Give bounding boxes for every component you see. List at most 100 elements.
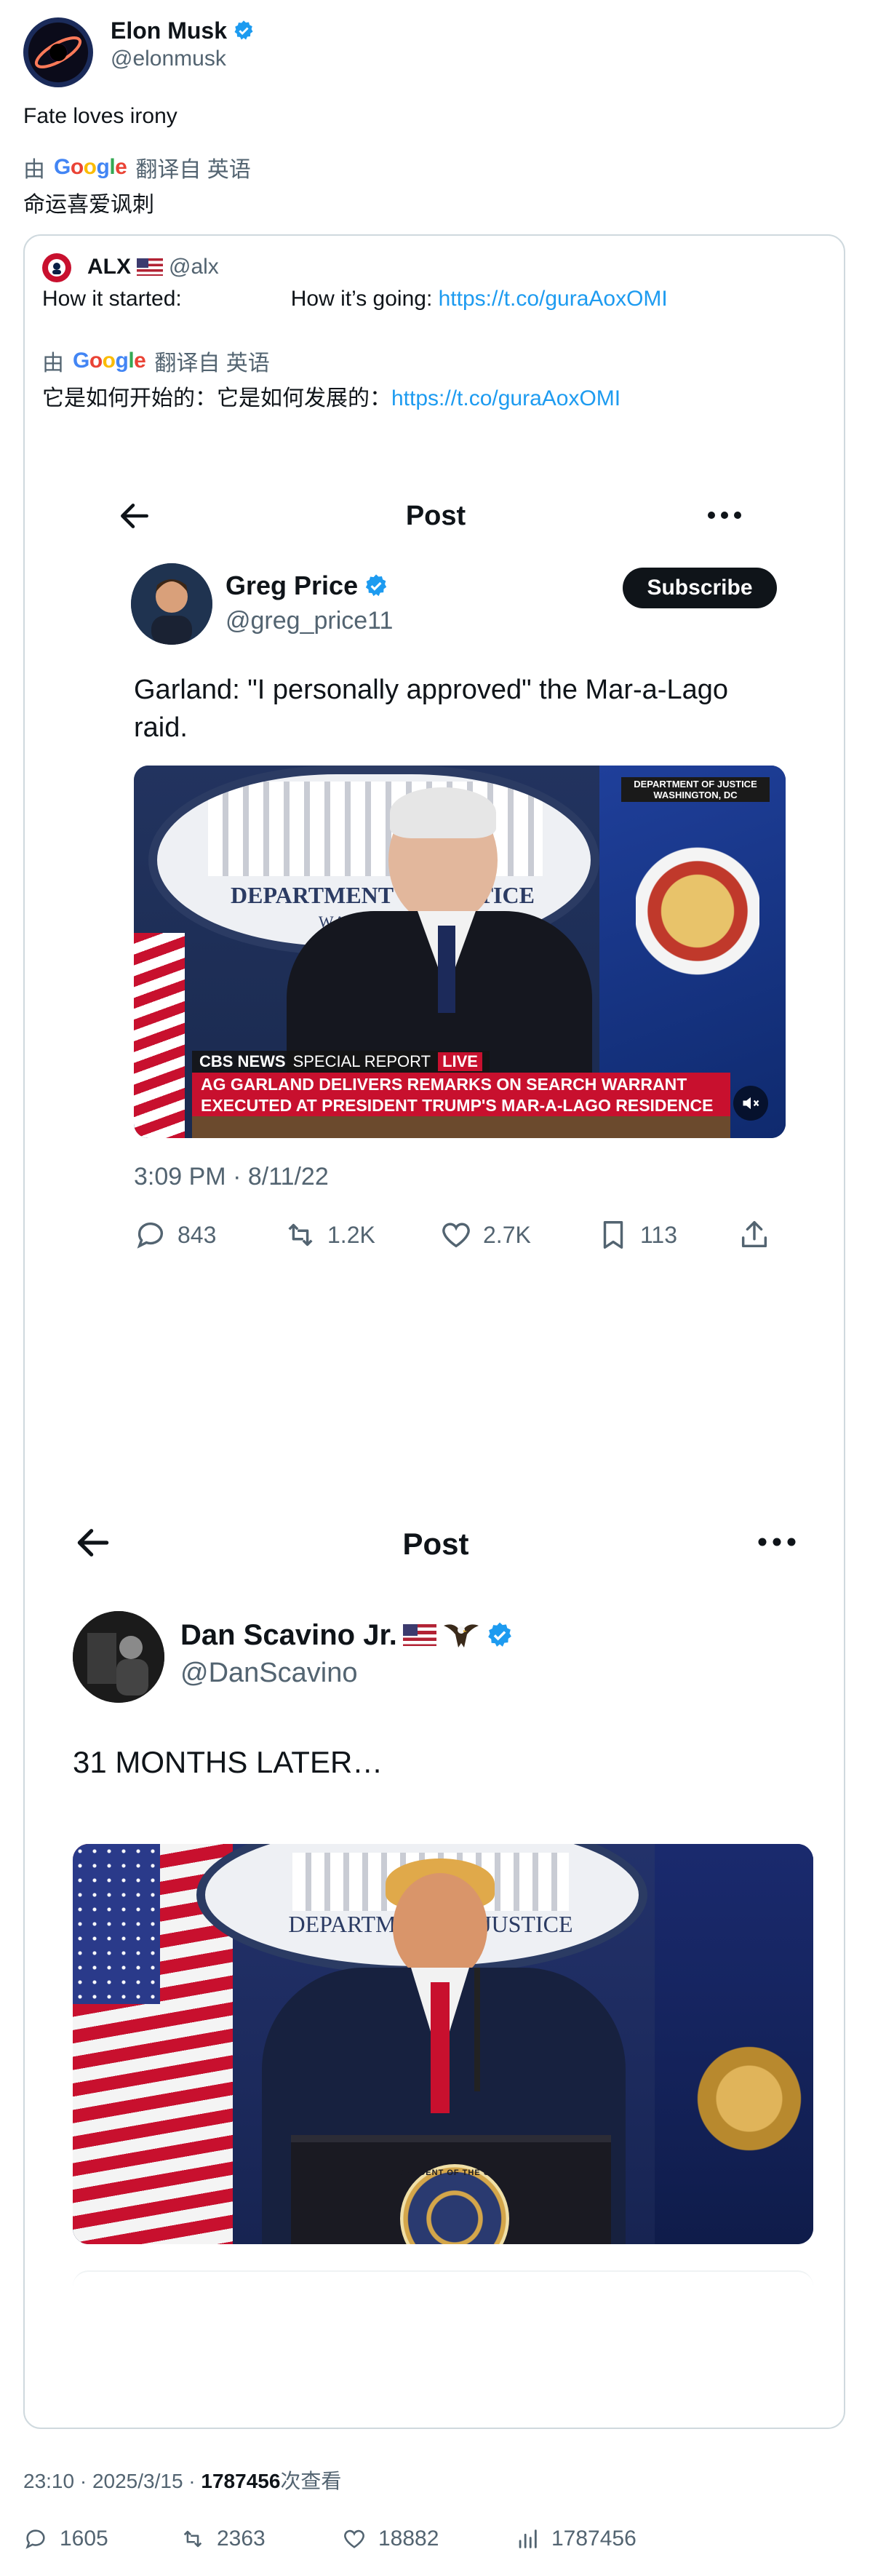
- screenshot2-author-name[interactable]: Dan Scavino Jr.: [180, 1619, 397, 1652]
- tweet-views-stat: 1787456: [551, 2527, 636, 2551]
- embedded-screenshot-2[interactable]: Post Dan Scavino Jr. @DanScavino 31 MONT…: [47, 1502, 825, 2428]
- quote-card[interactable]: ALX @alx How it started: How it’s going: …: [23, 234, 845, 2429]
- tweet-reply-count: 1605: [60, 2527, 108, 2551]
- tweet-retweet-count: 2363: [217, 2527, 266, 2551]
- retweet-count: 1.2K: [327, 1221, 375, 1248]
- person-avatar-icon: [131, 563, 212, 645]
- tweet-reply-action[interactable]: 1605: [23, 2527, 108, 2551]
- screenshot1-time: 3:09 PM · 8/11/22: [134, 1163, 329, 1190]
- retweet-icon: [288, 1223, 313, 1247]
- tweet-timestamp[interactable]: 23:10 · 2025/3/15 ·: [23, 2470, 201, 2492]
- translate-from: 翻译自 英语: [135, 158, 251, 182]
- dan-avatar[interactable]: [73, 1611, 164, 1703]
- reply-icon: [137, 1223, 164, 1249]
- retweet-action[interactable]: 1.2K: [284, 1218, 375, 1252]
- quote-translation-text: 它是如何开始的：它是如何发展的：: [42, 386, 391, 410]
- views-chart-icon: [519, 2529, 537, 2548]
- embedded-screenshot-1[interactable]: Post Greg Price @greg_price11 Subscribe …: [90, 476, 786, 1611]
- presidential-seal: PRESIDENT OF THE UNITED: [391, 2164, 517, 2244]
- like-count: 2.7K: [483, 1221, 531, 1248]
- microphone: [474, 1968, 480, 2091]
- tweet-text: Fate loves irony: [23, 104, 177, 128]
- tweet-views-count: 1787456: [201, 2470, 281, 2492]
- translate-line[interactable]: 由 Google 翻译自 英语: [23, 151, 251, 183]
- podium: [192, 1116, 730, 1138]
- translate-by: 由: [23, 158, 45, 182]
- author-handle[interactable]: @elonmusk: [111, 47, 226, 71]
- reply-action[interactable]: 843: [134, 1218, 216, 1252]
- quote-translate-line[interactable]: 由 Google 翻译自 英语: [42, 345, 270, 377]
- heart-icon: [442, 1223, 470, 1248]
- presidential-flag-emblem: [691, 2026, 807, 2171]
- speaker-head: [393, 1873, 487, 1982]
- quote-translate-from: 翻译自 英语: [154, 351, 270, 375]
- live-badge: LIVE: [438, 1052, 482, 1071]
- bookmark-count: 113: [640, 1221, 678, 1248]
- quote-author-handle[interactable]: @alx: [169, 255, 219, 279]
- person-avatar-icon: [73, 1611, 164, 1703]
- quote-author-name[interactable]: ALX: [87, 255, 131, 279]
- reply-count: 843: [177, 1221, 217, 1248]
- report-label: SPECIAL REPORT: [292, 1052, 431, 1070]
- speaker-hair: [390, 787, 496, 838]
- alx-avatar-icon: [48, 259, 65, 277]
- screenshot1-header-title: Post: [405, 501, 466, 531]
- screenshot1-video[interactable]: DEPARTMENT OF JUSTICE WASHINGTON DEPARTM…: [134, 766, 786, 1138]
- tweet-views-suffix: 次查看: [280, 2470, 342, 2492]
- verified-badge-icon: [365, 574, 387, 597]
- blackhole-avatar-icon: [34, 36, 82, 68]
- more-dots-icon[interactable]: [757, 1534, 797, 1550]
- tweet-retweet-action[interactable]: 2363: [180, 2527, 266, 2551]
- verified-badge-icon: [234, 20, 253, 40]
- tweet-like-action[interactable]: 18882: [342, 2527, 439, 2551]
- mute-icon: [743, 1097, 759, 1110]
- flag-left: [134, 933, 185, 1138]
- quote-translation-link[interactable]: https://t.co/guraAoxOMI: [391, 386, 620, 410]
- reply-icon: [25, 2529, 45, 2549]
- greg-avatar[interactable]: [131, 563, 212, 645]
- chyron-line-2: EXECUTED AT PRESIDENT TRUMP'S MAR-A-LAGO…: [201, 1096, 714, 1115]
- quote-link[interactable]: https://t.co/guraAoxOMI: [439, 287, 668, 311]
- screenshot2-video[interactable]: DEPARTMENT OF JUSTICE WAS PRESIDENT OF T…: [73, 1844, 813, 2244]
- quote-translate-by: 由: [42, 351, 64, 375]
- quote-started: How it started:: [42, 287, 182, 311]
- quote-text: How it started: How it’s going: https://t…: [42, 287, 668, 311]
- mute-button[interactable]: [733, 1086, 768, 1121]
- dan-name-row[interactable]: Dan Scavino Jr.: [180, 1618, 514, 1652]
- google-logo: Google: [54, 155, 127, 179]
- flag-us-icon: [137, 258, 163, 276]
- bookmark-action[interactable]: 113: [596, 1218, 677, 1252]
- tweet-meta: 23:10 · 2025/3/15 · 1787456次查看: [23, 2465, 341, 2494]
- quote-translation: 它是如何开始的：它是如何发展的：https://t.co/guraAoxOMI: [42, 380, 620, 412]
- quote-going: How it’s going:: [290, 287, 439, 311]
- screenshot1-author-handle[interactable]: @greg_price11: [226, 607, 393, 635]
- screenshot2-header-title: Post: [402, 1527, 469, 1561]
- more-dots-icon[interactable]: [706, 508, 743, 522]
- tweet-like-count: 18882: [378, 2527, 439, 2551]
- quote-avatar[interactable]: [42, 253, 71, 282]
- like-action[interactable]: 2.7K: [439, 1218, 531, 1252]
- screenshot1-author-name[interactable]: Greg Price: [226, 571, 358, 601]
- subscribe-button[interactable]: Subscribe: [623, 568, 777, 608]
- author-name-row[interactable]: Elon Musk: [111, 16, 255, 45]
- heart-icon: [344, 2529, 364, 2548]
- screenshot2-text: 31 MONTHS LATER…: [73, 1745, 383, 1779]
- greg-name-row[interactable]: Greg Price: [226, 571, 388, 601]
- podium-seal-text: PRESIDENT OF THE UNITED: [391, 2168, 518, 2177]
- tweet-translation: 命运喜爱讽刺: [23, 193, 154, 217]
- screenshot2-author-handle[interactable]: @DanScavino: [180, 1658, 357, 1689]
- chyron-line-1: AG GARLAND DELIVERS REMARKS ON SEARCH WA…: [201, 1075, 687, 1094]
- flag-left-canton: [73, 1844, 160, 2004]
- share-icon[interactable]: [738, 1218, 771, 1252]
- verified-badge-icon: [488, 1622, 511, 1647]
- author-name[interactable]: Elon Musk: [111, 17, 227, 44]
- corner-dept-label: DEPARTMENT OF JUSTICE WASHINGTON, DC: [621, 777, 770, 802]
- quote-author-row[interactable]: ALX @alx: [87, 255, 219, 279]
- speaker-tie: [431, 1982, 450, 2113]
- seal-text: DEPARTMENT OF JUSTICE: [231, 882, 535, 908]
- flag-us-icon: [402, 1624, 436, 1646]
- network-label: CBS NEWS: [199, 1052, 286, 1070]
- tweet-views-action[interactable]: 1787456: [515, 2527, 636, 2551]
- author-avatar[interactable]: [23, 17, 93, 87]
- screenshot1-text: Garland: "I personally approved" the Mar…: [134, 675, 728, 743]
